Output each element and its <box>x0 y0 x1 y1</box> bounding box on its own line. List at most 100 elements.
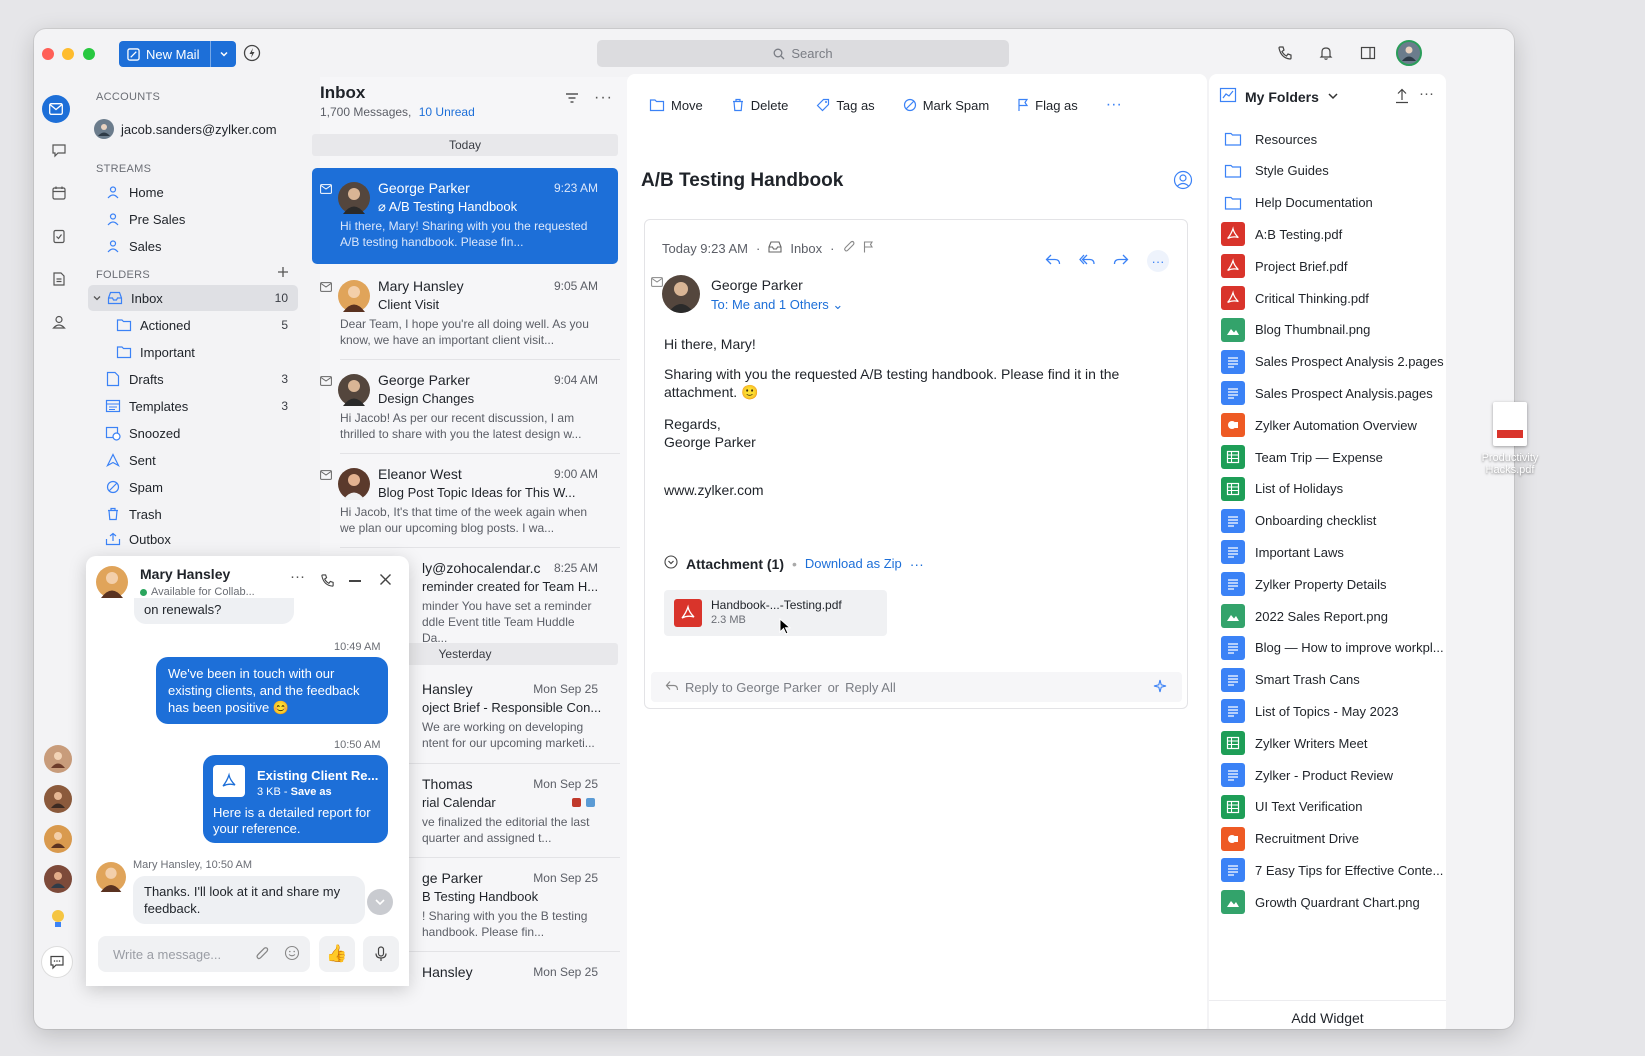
user-avatar[interactable] <box>1396 40 1422 66</box>
reply-button[interactable] <box>1045 253 1061 270</box>
chat-contact-avatar[interactable] <box>44 745 72 773</box>
chat-input[interactable]: Write a message... <box>98 936 310 972</box>
sender-avatar[interactable] <box>662 275 700 313</box>
chat-contact-avatar[interactable] <box>44 785 72 813</box>
list-more-button[interactable]: ··· <box>594 89 613 107</box>
sender-name[interactable]: George Parker <box>711 277 803 293</box>
thumbs-up-button[interactable]: 👍 <box>319 936 355 972</box>
my-folders-item[interactable]: Sales Prospect Analysis 2.pages <box>1221 348 1446 376</box>
move-button[interactable]: Move <box>649 98 703 113</box>
folder-item-templates[interactable]: Templates 3 <box>104 393 298 419</box>
email-folder[interactable]: Inbox <box>790 241 822 256</box>
chat-call-button[interactable] <box>320 573 335 591</box>
chat-contact-avatar[interactable] <box>44 825 72 853</box>
reply-all-link[interactable]: Reply All <box>845 680 896 695</box>
chat-file-save[interactable]: Save as <box>291 786 332 798</box>
my-folders-item[interactable]: List of Topics - May 2023 <box>1221 697 1446 725</box>
chat-toggle-button[interactable] <box>42 947 72 977</box>
my-folders-item[interactable]: Critical Thinking.pdf <box>1221 284 1446 312</box>
folder-item-spam[interactable]: Spam <box>104 474 298 500</box>
delete-button[interactable]: Delete <box>731 98 788 113</box>
my-folders-item[interactable]: Onboarding checklist <box>1221 507 1446 535</box>
close-window-button[interactable] <box>42 48 54 60</box>
new-mail-button[interactable]: New Mail <box>119 41 236 67</box>
my-folders-item[interactable]: Blog — How to improve workpl... <box>1221 634 1446 662</box>
folder-item-outbox[interactable]: Outbox <box>104 526 298 552</box>
flag-button[interactable]: Flag as <box>1017 98 1078 113</box>
message-item[interactable]: George Parker 9:04 AM Design Changes Hi … <box>312 360 618 456</box>
message-item[interactable]: Mary Hansley 9:05 AM Client Visit Dear T… <box>312 266 618 362</box>
reply-to-link[interactable]: Reply to George Parker <box>685 680 822 695</box>
ai-sparkle-button[interactable] <box>1152 678 1168 697</box>
attachment-more-button[interactable]: ··· <box>910 556 924 572</box>
tag-button[interactable]: Tag as <box>816 98 875 113</box>
folder-item-drafts[interactable]: Drafts 3 <box>104 366 298 392</box>
my-folders-item[interactable]: Smart Trash Cans <box>1221 666 1446 694</box>
rail-calendar[interactable] <box>47 181 71 205</box>
rail-contacts[interactable] <box>47 310 71 334</box>
add-widget-button[interactable]: Add Widget <box>1209 1000 1446 1029</box>
chat-emoji-button[interactable] <box>284 945 300 964</box>
chat-contact-avatar[interactable] <box>44 865 72 893</box>
folder-item-inbox[interactable]: Inbox 10 <box>88 285 298 311</box>
my-folders-item[interactable]: Zylker - Product Review <box>1221 761 1446 789</box>
email-website[interactable]: www.zylker.com <box>664 481 1164 499</box>
my-folders-item[interactable]: 7 Easy Tips for Effective Conte... <box>1221 856 1446 884</box>
add-folder-button[interactable] <box>277 266 289 281</box>
upload-button[interactable] <box>1395 88 1409 107</box>
quick-actions-button[interactable] <box>242 43 262 63</box>
folder-item-snoozed[interactable]: Snoozed <box>104 420 298 446</box>
widget-more-button[interactable]: ··· <box>1419 85 1434 102</box>
mark-spam-button[interactable]: Mark Spam <box>903 98 989 113</box>
chat-more-button[interactable]: ··· <box>290 568 305 585</box>
rail-notes[interactable] <box>47 267 71 291</box>
my-folders-item[interactable]: Growth Quardrant Chart.png <box>1221 888 1446 916</box>
chat-bot-avatar[interactable] <box>44 905 72 933</box>
folder-item-trash[interactable]: Trash <box>104 501 298 527</box>
new-mail-dropdown[interactable] <box>210 41 236 67</box>
rail-tasks[interactable] <box>47 224 71 248</box>
my-folders-item[interactable]: Team Trip — Expense <box>1221 443 1446 471</box>
my-folders-item[interactable]: Style Guides <box>1221 157 1446 185</box>
my-folders-item[interactable]: Project Brief.pdf <box>1221 252 1446 280</box>
unread-count-link[interactable]: 10 Unread <box>419 105 475 119</box>
my-folders-item[interactable]: Zylker Automation Overview <box>1221 411 1446 439</box>
download-zip-link[interactable]: Download as Zip <box>805 556 902 571</box>
rail-chat[interactable] <box>47 138 71 162</box>
my-folders-item[interactable]: Sales Prospect Analysis.pages <box>1221 379 1446 407</box>
my-folders-item[interactable]: Zylker Writers Meet <box>1221 729 1446 757</box>
zoom-window-button[interactable] <box>83 48 95 60</box>
my-folders-item[interactable]: UI Text Verification <box>1221 793 1446 821</box>
my-folders-item[interactable]: Zylker Property Details <box>1221 570 1446 598</box>
scroll-down-button[interactable] <box>367 889 393 915</box>
forward-button[interactable] <box>1113 253 1129 270</box>
rail-mail[interactable] <box>42 95 70 123</box>
attachment-chip[interactable]: Handbook-...-Testing.pdf 2.3 MB <box>664 590 887 636</box>
notifications-button[interactable] <box>1316 43 1336 63</box>
message-item[interactable]: Eleanor West 9:00 AM Blog Post Topic Ide… <box>312 454 618 550</box>
my-folders-item[interactable]: 2022 Sales Report.png <box>1221 602 1446 630</box>
desktop-file[interactable]: Productivity Hacks.pdf <box>1470 402 1550 476</box>
minimize-window-button[interactable] <box>62 48 74 60</box>
my-folders-item[interactable]: Blog Thumbnail.png <box>1221 316 1446 344</box>
chevron-circle-icon[interactable] <box>664 555 678 572</box>
folder-item-important[interactable]: Important <box>115 339 298 365</box>
chat-attach-button[interactable] <box>255 946 269 965</box>
flag-icon[interactable] <box>863 241 874 256</box>
filter-button[interactable] <box>564 91 580 108</box>
layout-toggle-button[interactable] <box>1358 43 1378 63</box>
my-folders-header[interactable]: My Folders <box>1219 87 1339 106</box>
my-folders-item[interactable]: Resources <box>1221 125 1446 153</box>
my-folders-item[interactable]: Recruitment Drive <box>1221 825 1446 853</box>
search-bar[interactable]: Search <box>597 40 1009 67</box>
call-button[interactable] <box>1275 43 1295 63</box>
my-folders-item[interactable]: Important Laws <box>1221 538 1446 566</box>
toolbar-more-button[interactable]: ··· <box>1106 96 1122 114</box>
quick-reply-bar[interactable]: Reply to George Parker or Reply All <box>651 672 1182 702</box>
chat-file-message[interactable]: Existing Client Re... 3 KB - Save as Her… <box>203 755 388 843</box>
email-more-button[interactable]: ··· <box>1147 250 1169 272</box>
chat-close-button[interactable] <box>379 573 392 589</box>
my-folders-item[interactable]: A:B Testing.pdf <box>1221 220 1446 248</box>
my-folders-item[interactable]: Help Documentation <box>1221 189 1446 217</box>
folder-item-actioned[interactable]: Actioned 5 <box>115 312 298 338</box>
